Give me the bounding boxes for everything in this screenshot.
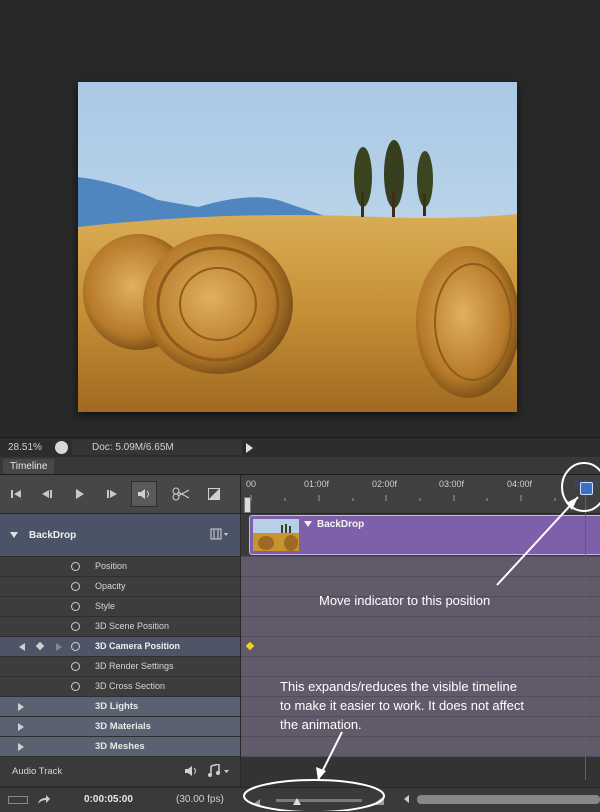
zoom-annotation-line-3: the animation. [280, 717, 362, 732]
indicator-annotation: Move indicator to this position [319, 593, 491, 608]
indicator-arrow [496, 496, 579, 586]
zoom-slider-highlight-circle [243, 779, 385, 811]
zoom-annotation-line-2: to make it easier to work. It does not a… [280, 698, 524, 713]
zoom-annotation-line-1: This expands/reduces the visible timelin… [280, 679, 518, 694]
